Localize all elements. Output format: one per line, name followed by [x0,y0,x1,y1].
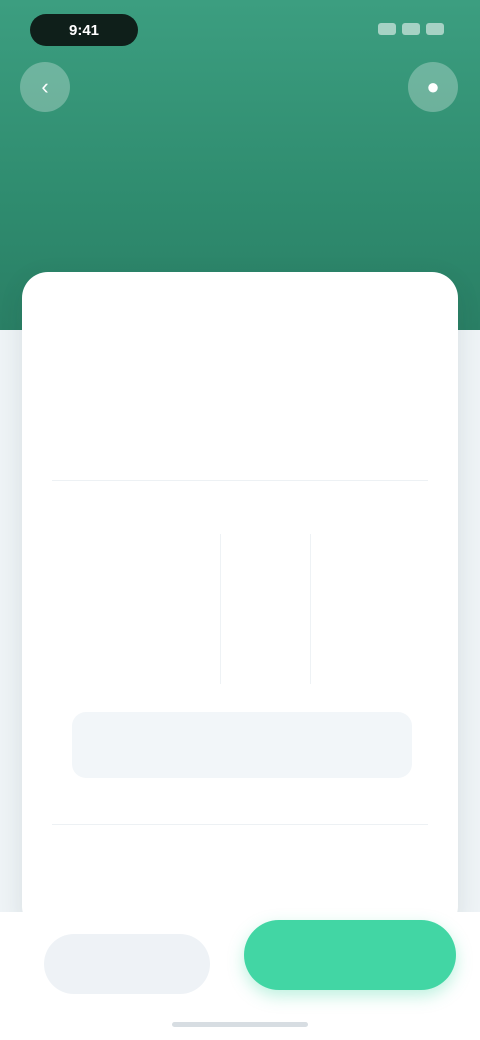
back-arrow-icon: ‹ [41,74,49,99]
column-separator [220,534,221,684]
column-separator [310,534,311,684]
info-notice [72,712,412,778]
profile-button[interactable]: ● [408,62,458,112]
wifi-icon [402,23,420,35]
detail-row[interactable] [66,424,436,464]
back-button[interactable]: ‹ [20,62,70,112]
status-time: 9:41 [68,21,100,39]
battery-icon [426,23,444,35]
secondary-button[interactable] [44,934,210,994]
profile-icon: ● [426,74,440,99]
divider [52,480,428,481]
status-indicators [354,20,444,38]
header-amount [0,168,480,211]
status-time-pill: 9:41 [30,14,138,46]
bottom-action-bar [0,912,480,1040]
summary-table [70,494,428,694]
primary-button[interactable] [244,920,456,990]
divider [52,824,428,825]
detail-row[interactable] [66,358,436,398]
home-indicator [172,1022,308,1027]
signal-icon [378,23,396,35]
details-card [22,272,458,932]
